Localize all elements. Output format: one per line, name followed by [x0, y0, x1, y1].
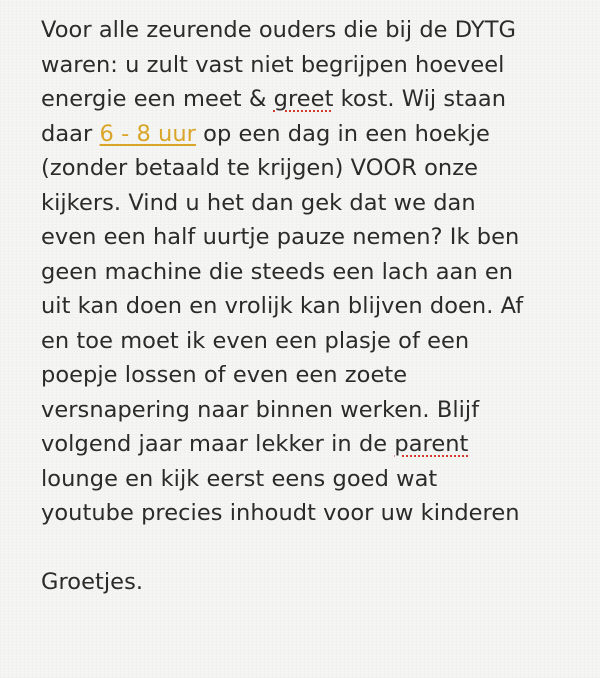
note-line: poepje lossen of even een zoete	[41, 362, 408, 388]
note-line: energie een meet & greet kost. Wij staan	[41, 82, 591, 117]
note-signoff: Groetjes.	[41, 569, 144, 595]
note-line: (zonder betaald te krijgen) VOOR onze	[41, 155, 478, 181]
note-line: Voor alle zeurende ouders die bij de DYT…	[41, 17, 516, 43]
misspelled-word[interactable]: greet	[274, 86, 334, 112]
note-text-segment: op een dag in een hoekje	[195, 120, 490, 147]
misspelled-word[interactable]: parent	[394, 431, 468, 457]
note-line: geen machine die steeds een lach aan en	[41, 258, 514, 285]
note-line: daar 6 - 8 uur op een dag in een hoekje	[41, 117, 591, 152]
note-line: waren: u zult vast niet begrijpen hoevee…	[41, 51, 505, 78]
note-line: versnapering naar binnen werken. Blijf	[41, 396, 480, 423]
note-line: lounge en kijk eerst eens goed wat	[41, 465, 438, 492]
note-text-segment: daar	[41, 120, 100, 147]
note-body[interactable]: Voor alle zeurende ouders die bij de DYT…	[41, 13, 591, 600]
note-line: uit kan doen en vrolijk kan blijven doen…	[41, 293, 524, 319]
time-link[interactable]: 6 - 8 uur	[100, 121, 196, 147]
note-text-segment: volgend jaar maar lekker in de	[41, 431, 395, 457]
note-line: even een half uurtje pauze nemen? Ik ben	[41, 224, 520, 250]
note-text-segment: kost. Wij staan	[333, 86, 507, 112]
note-line: youtube precies inhoudt voor uw kinderen	[41, 500, 520, 526]
note-line: en toe moet ik even een plasje of een	[41, 327, 470, 354]
note-text-segment: energie een meet &	[41, 86, 274, 112]
note-line: volgend jaar maar lekker in de parent	[41, 427, 591, 462]
note-line: kijkers. Vind u het dan gek dat we dan	[41, 189, 476, 216]
